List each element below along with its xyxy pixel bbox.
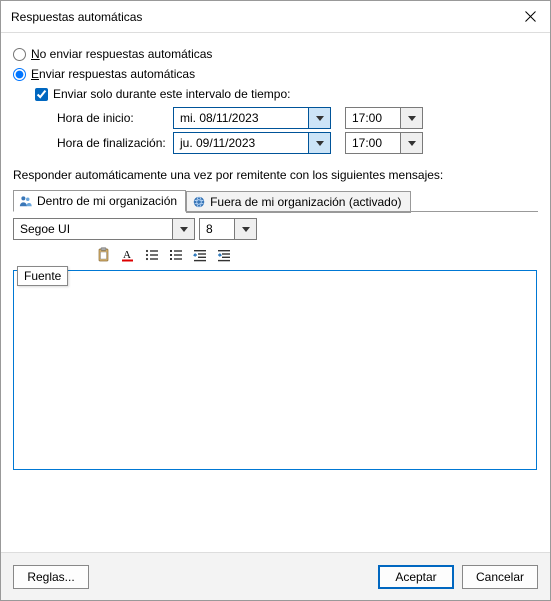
- font-size-value: 8: [206, 222, 213, 236]
- chevron-down-icon[interactable]: [234, 219, 256, 239]
- close-icon: [525, 11, 536, 22]
- radio-no-send-input[interactable]: [13, 48, 26, 61]
- tab-inside-org[interactable]: Dentro de mi organización: [13, 190, 186, 212]
- chevron-down-icon[interactable]: [308, 108, 330, 128]
- numbering-button[interactable]: [165, 244, 187, 266]
- start-time-combo[interactable]: 17:00: [345, 107, 423, 129]
- font-tooltip: Fuente: [17, 266, 68, 286]
- bullets-button[interactable]: [141, 244, 163, 266]
- paste-button[interactable]: [93, 244, 115, 266]
- clipboard-icon: [96, 247, 112, 263]
- start-label: Hora de inicio:: [57, 111, 173, 125]
- radio-send-input[interactable]: [13, 68, 26, 81]
- range-checkbox[interactable]: [35, 88, 48, 101]
- end-date-combo[interactable]: ju. 09/11/2023: [173, 132, 331, 154]
- end-time-value: 17:00: [352, 136, 382, 150]
- start-date-value: mi. 08/11/2023: [180, 111, 259, 125]
- tab-outside-org[interactable]: Fuera de mi organización (activado): [186, 191, 410, 213]
- underline-a-icon: A: [120, 247, 136, 263]
- chevron-down-icon[interactable]: [308, 133, 330, 153]
- tab-outside-label: Fuera de mi organización (activado): [210, 195, 401, 209]
- start-date-combo[interactable]: mi. 08/11/2023: [173, 107, 331, 129]
- dialog-title: Respuestas automáticas: [11, 10, 142, 24]
- radio-no-send-label: No enviar respuestas automáticas: [31, 47, 212, 61]
- chevron-down-icon[interactable]: [172, 219, 194, 239]
- bullets-icon: [144, 247, 160, 263]
- close-button[interactable]: [510, 1, 550, 33]
- range-checkbox-row[interactable]: Enviar solo durante este intervalo de ti…: [35, 87, 538, 101]
- numbering-icon: [168, 247, 184, 263]
- chevron-down-icon[interactable]: [400, 108, 422, 128]
- end-date-value: ju. 09/11/2023: [180, 136, 255, 150]
- font-size-select[interactable]: 8: [199, 218, 257, 240]
- font-family-value: Segoe UI: [20, 222, 70, 236]
- range-checkbox-label: Enviar solo durante este intervalo de ti…: [53, 87, 290, 101]
- ok-button[interactable]: Aceptar: [378, 565, 454, 589]
- radio-send-label: Enviar respuestas automáticas: [31, 67, 195, 81]
- indent-icon: [216, 247, 232, 263]
- message-editor[interactable]: [13, 270, 537, 470]
- start-time-value: 17:00: [352, 111, 382, 125]
- svg-text:A: A: [123, 249, 131, 261]
- tab-inside-label: Dentro de mi organización: [37, 194, 177, 208]
- outdent-icon: [192, 247, 208, 263]
- globe-icon: [192, 195, 206, 209]
- outdent-button[interactable]: [189, 244, 211, 266]
- end-time-combo[interactable]: 17:00: [345, 132, 423, 154]
- end-label: Hora de finalización:: [57, 136, 173, 150]
- radio-send[interactable]: Enviar respuestas automáticas: [13, 67, 538, 81]
- cancel-button[interactable]: Cancelar: [462, 565, 538, 589]
- chevron-down-icon[interactable]: [400, 133, 422, 153]
- rules-button[interactable]: Reglas...: [13, 565, 89, 589]
- respond-label: Responder automáticamente una vez por re…: [13, 168, 538, 182]
- indent-button[interactable]: [213, 244, 235, 266]
- font-color-button[interactable]: A: [117, 244, 139, 266]
- radio-no-send[interactable]: No enviar respuestas automáticas: [13, 47, 538, 61]
- people-icon: [19, 194, 33, 208]
- font-family-select[interactable]: Segoe UI: [13, 218, 195, 240]
